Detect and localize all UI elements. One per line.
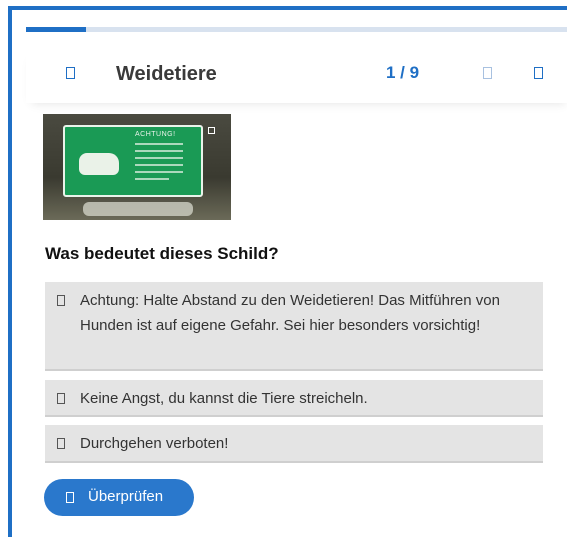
sign-text-line [135,171,183,173]
check-answer-button[interactable]: Überprüfen [44,479,194,516]
cow-pictogram [79,153,119,175]
answer-label: Achtung: Halte Abstand zu den Weidetiere… [80,292,500,334]
quiz-header: Weidetiere 1 / 9 [26,48,567,103]
rocks [83,202,193,216]
sign-text-line [135,150,183,152]
question-image: ACHTUNG! [43,114,231,220]
previous-arrow-icon[interactable] [483,67,492,79]
progress-bar-fill [26,27,87,32]
quiz-title: Weidetiere [116,63,217,85]
answer-option[interactable]: Keine Angst, du kannst die Tiere streich… [45,380,543,417]
check-icon [66,492,74,503]
sign-text-line [135,164,183,166]
warning-sign: ACHTUNG! [63,125,203,197]
check-button-label: Überprüfen [88,488,164,505]
answer-label: Keine Angst, du kannst die Tiere streich… [80,390,368,407]
menu-icon[interactable] [66,67,75,79]
sign-text-line [135,178,169,180]
next-arrow-icon[interactable] [534,67,543,79]
sign-text-line [135,157,183,159]
answer-label: Durchgehen verboten! [80,435,229,452]
question-text: Was bedeutet dieses Schild? [45,244,279,263]
sign-heading: ACHTUNG! [135,131,176,138]
radio-icon[interactable] [57,438,65,449]
radio-icon[interactable] [57,295,65,306]
progress-bar [26,27,567,32]
question-counter: 1 / 9 [386,63,420,82]
sign-text-line [135,143,183,145]
answer-option[interactable]: Durchgehen verboten! [45,425,543,463]
answer-option[interactable]: Achtung: Halte Abstand zu den Weidetiere… [45,282,543,371]
expand-icon[interactable] [208,127,215,134]
radio-icon[interactable] [57,393,65,404]
